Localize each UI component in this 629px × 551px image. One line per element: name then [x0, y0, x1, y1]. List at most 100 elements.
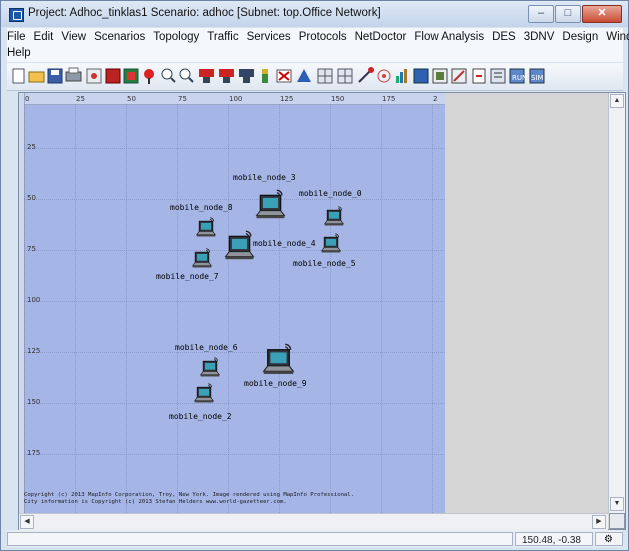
report-icon[interactable]	[490, 68, 506, 84]
plot-icon[interactable]	[396, 69, 407, 83]
app-icon	[9, 8, 24, 22]
copyright-line1: Copyright (c) 2013 MapInfo Corporation, …	[24, 492, 355, 498]
scroll-up-button[interactable]: ▲	[610, 94, 624, 108]
menu-help[interactable]: Help	[7, 47, 31, 59]
copyright-line2: City information is Copyright (c) 2013 S…	[24, 499, 287, 505]
traffic-vne-icon[interactable]	[239, 69, 254, 83]
x-tick-label: 175	[382, 95, 396, 103]
laptop-node-icon[interactable]	[323, 206, 345, 228]
scroll-right-button[interactable]: ▶	[592, 515, 606, 529]
laptop-node-icon[interactable]	[320, 233, 342, 255]
run-icon[interactable]: RUN	[509, 68, 527, 84]
failure-icon[interactable]	[276, 69, 292, 83]
y-tick-label: 100	[27, 296, 41, 304]
x-tick-label: 150	[331, 95, 345, 103]
menu-view[interactable]: View	[61, 31, 86, 43]
y-tick-label: 150	[27, 398, 41, 406]
menu-topology[interactable]: Topology	[153, 31, 199, 43]
grid-line	[330, 104, 331, 513]
grid2-icon[interactable]	[337, 68, 353, 84]
status-icon-box[interactable]: ⚙	[595, 532, 623, 546]
grid-line	[24, 148, 445, 149]
node-label: mobile_node_2	[169, 412, 232, 421]
x-tick-label: 50	[127, 95, 136, 103]
zoom-out-icon[interactable]	[179, 68, 194, 83]
node-label: mobile_node_4	[253, 239, 316, 248]
map-copyright: Copyright (c) 2013 MapInfo Corporation, …	[24, 492, 354, 506]
project-workspace: 0 25 50 75 100 125 150 175 2 mobile_node_3mobile…	[18, 92, 626, 530]
x-tick-label: 2	[433, 95, 438, 103]
menu-file[interactable]: File	[7, 31, 26, 43]
laptop-node-icon[interactable]	[254, 189, 287, 222]
laptop-node-icon[interactable]	[261, 343, 296, 378]
save-icon[interactable]	[47, 68, 63, 84]
device2-icon[interactable]	[123, 68, 139, 84]
menu-protocols[interactable]: Protocols	[299, 31, 347, 43]
view-toggle-button[interactable]	[609, 513, 625, 529]
open-icon[interactable]	[28, 71, 45, 83]
edit-attributes-icon[interactable]	[451, 68, 467, 84]
vertical-scrollbar[interactable]: ▲ ▼	[608, 93, 625, 513]
laptop-node-icon[interactable]	[193, 383, 215, 405]
status-bar: 150.48, -0.38 ⚙	[7, 530, 623, 547]
grid-line	[228, 104, 229, 513]
new-icon[interactable]	[12, 68, 25, 84]
laptop-node-icon[interactable]	[199, 357, 221, 379]
laptop-node-icon[interactable]	[195, 217, 217, 239]
laptop-node-icon[interactable]	[223, 230, 256, 263]
application-window: Project: Adhoc_tinklas1 Scenario: adhoc …	[0, 0, 629, 551]
status-message-area	[7, 532, 513, 546]
grid-line	[24, 301, 445, 302]
menu-flow-analysis[interactable]: Flow Analysis	[414, 31, 484, 43]
grid-line	[24, 352, 445, 353]
toolbar: RUN SIM	[7, 63, 623, 91]
status-settings-icon: ⚙	[604, 534, 613, 545]
zoom-in-icon[interactable]	[161, 68, 176, 83]
statistics-icon[interactable]	[413, 68, 429, 84]
node-palette-icon[interactable]	[86, 68, 102, 84]
coordinates-box: 150.48, -0.38	[515, 532, 593, 546]
traffic-ace-icon[interactable]	[199, 69, 214, 83]
y-tick-label: 125	[27, 347, 41, 355]
menu-des[interactable]: DES	[492, 31, 516, 43]
menu-design[interactable]: Design	[562, 31, 598, 43]
close-button[interactable]: ✕	[582, 5, 622, 23]
wireless-icon[interactable]	[377, 69, 391, 83]
y-tick-label: 25	[27, 143, 36, 151]
menu-netdoctor[interactable]: NetDoctor	[355, 31, 407, 43]
device-icon[interactable]	[105, 68, 121, 84]
grid-line	[432, 104, 433, 513]
node-label: mobile_node_6	[175, 343, 238, 352]
grid-icon[interactable]	[317, 68, 333, 84]
menu-3dnv[interactable]: 3DNV	[524, 31, 555, 43]
scroll-down-button[interactable]: ▼	[610, 497, 624, 511]
print-icon[interactable]	[65, 67, 82, 82]
view-results-icon[interactable]	[472, 68, 486, 84]
x-tick-label: 100	[229, 95, 243, 103]
recover-icon[interactable]	[297, 69, 311, 82]
x-tick-label: 75	[178, 95, 187, 103]
flow-icon[interactable]	[358, 67, 374, 83]
minimize-button[interactable]: –	[528, 5, 554, 23]
coordinates-readout: 150.48, -0.38	[522, 535, 581, 546]
node-label: mobile_node_9	[244, 379, 307, 388]
menu-bar: File Edit View Scenarios Topology Traffic Serv…	[7, 28, 629, 62]
horizontal-scrollbar[interactable]: ◀ ▶	[19, 513, 608, 530]
node-label: mobile_node_3	[233, 173, 296, 182]
menu-services[interactable]: Services	[247, 31, 291, 43]
menu-scenarios[interactable]: Scenarios	[94, 31, 145, 43]
x-tick-label: 0	[25, 95, 30, 103]
menu-windows[interactable]: Windows	[606, 31, 629, 43]
maximize-button[interactable]: □	[555, 5, 581, 23]
menu-edit[interactable]: Edit	[34, 31, 54, 43]
traffic-dt-icon[interactable]	[219, 69, 234, 83]
simulation-icon[interactable]: SIM	[529, 68, 545, 84]
map-canvas[interactable]: 0 25 50 75 100 125 150 175 2 mobile_node_3mobile…	[19, 93, 445, 513]
x-tick-label: 25	[76, 95, 85, 103]
scroll-left-button[interactable]: ◀	[20, 515, 34, 529]
marker-icon[interactable]	[144, 69, 154, 84]
configure-icon[interactable]	[262, 69, 268, 83]
results-icon[interactable]	[432, 68, 448, 84]
laptop-node-icon[interactable]	[191, 248, 213, 270]
menu-traffic[interactable]: Traffic	[207, 31, 238, 43]
